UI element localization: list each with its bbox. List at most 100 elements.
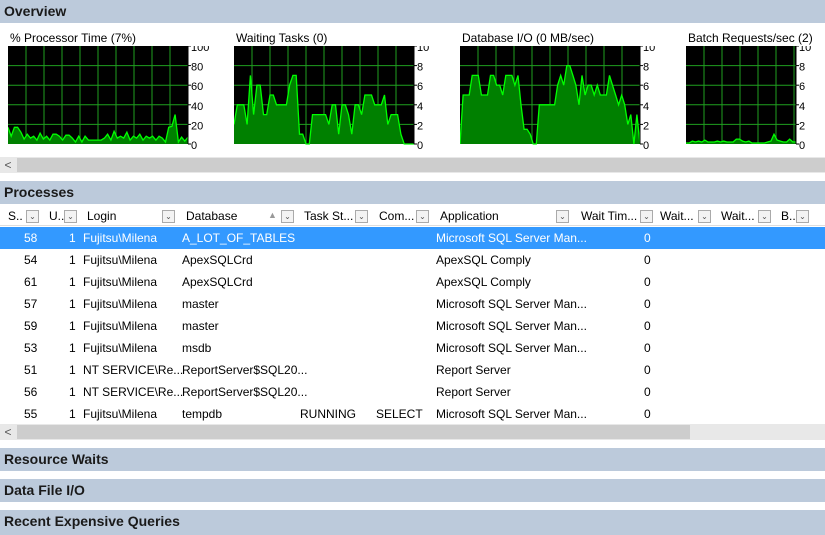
cell-login: Fujitsu\Milena: [83, 275, 158, 289]
table-row[interactable]: 59 1 Fujitsu\Milena master Microsoft SQL Ser…: [0, 315, 825, 337]
cell-user-id: 1: [69, 231, 76, 245]
table-row[interactable]: 58 1 Fujitsu\Milena A_LOT_OF_TABLES Microsof…: [0, 227, 825, 249]
axis-tick-label: 10: [417, 46, 429, 54]
cell-session-id: 59: [24, 319, 38, 333]
axis-tick-label: 2: [417, 120, 423, 132]
cell-session-id: 56: [24, 385, 38, 399]
cell-login: Fujitsu\Milena: [83, 407, 158, 421]
table-row[interactable]: 53 1 Fujitsu\Milena msdb Microsoft SQL Serve…: [0, 337, 825, 359]
cell-user-id: 1: [69, 363, 76, 377]
axis-tick-label: 0: [643, 140, 649, 150]
cell-session-id: 55: [24, 407, 38, 421]
cell-login: Fujitsu\Milena: [83, 231, 158, 245]
cell-database: ApexSQLCrd: [182, 253, 253, 267]
cell-login: Fujitsu\Milena: [83, 297, 158, 311]
filter-dropdown-icon[interactable]: ⌄: [698, 210, 711, 223]
scroll-left-icon[interactable]: <: [0, 157, 16, 173]
axis-tick-label: 60: [191, 81, 203, 93]
filter-dropdown-icon[interactable]: ⌄: [796, 210, 809, 223]
chart-2: Database I/O (0 MB/sec) 10 8 6 4 2 0: [460, 30, 668, 150]
table-row[interactable]: 56 1 NT SERVICE\Re... ReportServer$SQL20...…: [0, 381, 825, 403]
overview-scrollbar[interactable]: <: [0, 157, 825, 173]
axis-tick-label: 8: [417, 62, 423, 74]
sort-ascending-icon: ▲: [268, 210, 277, 220]
column-header[interactable]: Com...: [379, 209, 414, 223]
cell-database: ApexSQLCrd: [182, 275, 253, 289]
axis-tick-label: 40: [191, 101, 203, 113]
column-header[interactable]: Task St...: [304, 209, 353, 223]
cell-session-id: 54: [24, 253, 38, 267]
cell-database: ReportServer$SQL20...: [182, 363, 308, 377]
axis-tick-label: 10: [799, 46, 811, 54]
scroll-left-icon[interactable]: <: [0, 424, 16, 440]
axis-tick-label: 8: [643, 62, 649, 74]
section-resource-waits[interactable]: Resource Waits: [0, 448, 825, 471]
scroll-thumb[interactable]: [17, 425, 690, 439]
cell-session-id: 57: [24, 297, 38, 311]
column-header[interactable]: Application: [440, 209, 499, 223]
cell-session-id: 61: [24, 275, 38, 289]
section-processes[interactable]: Processes: [0, 181, 825, 204]
chart-title: % Processor Time (7%): [10, 31, 137, 45]
column-header[interactable]: Database: [186, 209, 237, 223]
cell-command: SELECT: [376, 407, 423, 421]
cell-database: A_LOT_OF_TABLES: [182, 231, 296, 245]
cell-database: msdb: [182, 341, 212, 355]
axis-tick-label: 10: [643, 46, 655, 54]
table-row[interactable]: 57 1 Fujitsu\Milena master Microsoft SQL Ser…: [0, 293, 825, 315]
chart-1: Waiting Tasks (0) 10 8 6 4 2 0: [234, 30, 442, 150]
section-recent-expensive-queries[interactable]: Recent Expensive Queries: [0, 510, 825, 535]
cell-application: Report Server: [436, 363, 511, 377]
filter-dropdown-icon[interactable]: ⌄: [281, 210, 294, 223]
axis-tick-label: 6: [643, 81, 649, 93]
axis-tick-label: 100: [191, 46, 209, 54]
filter-dropdown-icon[interactable]: ⌄: [640, 210, 653, 223]
filter-dropdown-icon[interactable]: ⌄: [26, 210, 39, 223]
column-header[interactable]: S..: [8, 209, 23, 223]
column-header[interactable]: Wait Tim...: [581, 209, 637, 223]
section-data-file-io[interactable]: Data File I/O: [0, 479, 825, 502]
cell-task-state: RUNNING: [300, 407, 356, 421]
filter-dropdown-icon[interactable]: ⌄: [758, 210, 771, 223]
chart-title: Database I/O (0 MB/sec): [462, 31, 595, 45]
section-overview[interactable]: Overview: [0, 0, 825, 23]
axis-tick-label: 2: [799, 120, 805, 132]
cell-user-id: 1: [69, 319, 76, 333]
table-row[interactable]: 61 1 Fujitsu\Milena ApexSQLCrd ApexSQL Compl…: [0, 271, 825, 293]
chart-0: % Processor Time (7%) 100 80 60 40 20 0: [8, 30, 216, 150]
axis-tick-label: 8: [799, 62, 805, 74]
axis-tick-label: 4: [643, 101, 649, 113]
table-row[interactable]: 51 1 NT SERVICE\Re... ReportServer$SQL20...…: [0, 359, 825, 381]
cell-session-id: 53: [24, 341, 38, 355]
cell-application: Microsoft SQL Server Man...: [436, 297, 587, 311]
cell-user-id: 1: [69, 275, 76, 289]
chart-3: Batch Requests/sec (2) 10 8 6 4 2 0: [686, 30, 824, 150]
axis-tick-label: 2: [643, 120, 649, 132]
filter-dropdown-icon[interactable]: ⌄: [416, 210, 429, 223]
column-header[interactable]: Wait...: [660, 209, 694, 223]
cell-application: ApexSQL Comply: [436, 253, 531, 267]
filter-dropdown-icon[interactable]: ⌄: [556, 210, 569, 223]
cell-wait-time: 0: [644, 385, 651, 399]
processes-scrollbar[interactable]: <: [0, 424, 825, 440]
column-header[interactable]: U..: [49, 209, 64, 223]
chart-background: [686, 46, 796, 144]
filter-dropdown-icon[interactable]: ⌄: [355, 210, 368, 223]
cell-application: Microsoft SQL Server Man...: [436, 231, 587, 245]
cell-wait-time: 0: [644, 275, 651, 289]
axis-tick-label: 20: [191, 120, 203, 132]
filter-dropdown-icon[interactable]: ⌄: [64, 210, 77, 223]
cell-wait-time: 0: [644, 297, 651, 311]
column-header[interactable]: Login: [87, 209, 116, 223]
filter-dropdown-icon[interactable]: ⌄: [162, 210, 175, 223]
chart-title: Batch Requests/sec (2): [688, 31, 813, 45]
cell-wait-time: 0: [644, 407, 651, 421]
cell-user-id: 1: [69, 385, 76, 399]
table-row[interactable]: 55 1 Fujitsu\Milena tempdb RUNNING SELECT Micr…: [0, 403, 825, 425]
column-header[interactable]: Wait...: [721, 209, 755, 223]
scroll-thumb[interactable]: [17, 158, 825, 172]
cell-session-id: 51: [24, 363, 38, 377]
axis-tick-label: 4: [417, 101, 423, 113]
cell-database: ReportServer$SQL20...: [182, 385, 308, 399]
table-row[interactable]: 54 1 Fujitsu\Milena ApexSQLCrd ApexSQL Compl…: [0, 249, 825, 271]
